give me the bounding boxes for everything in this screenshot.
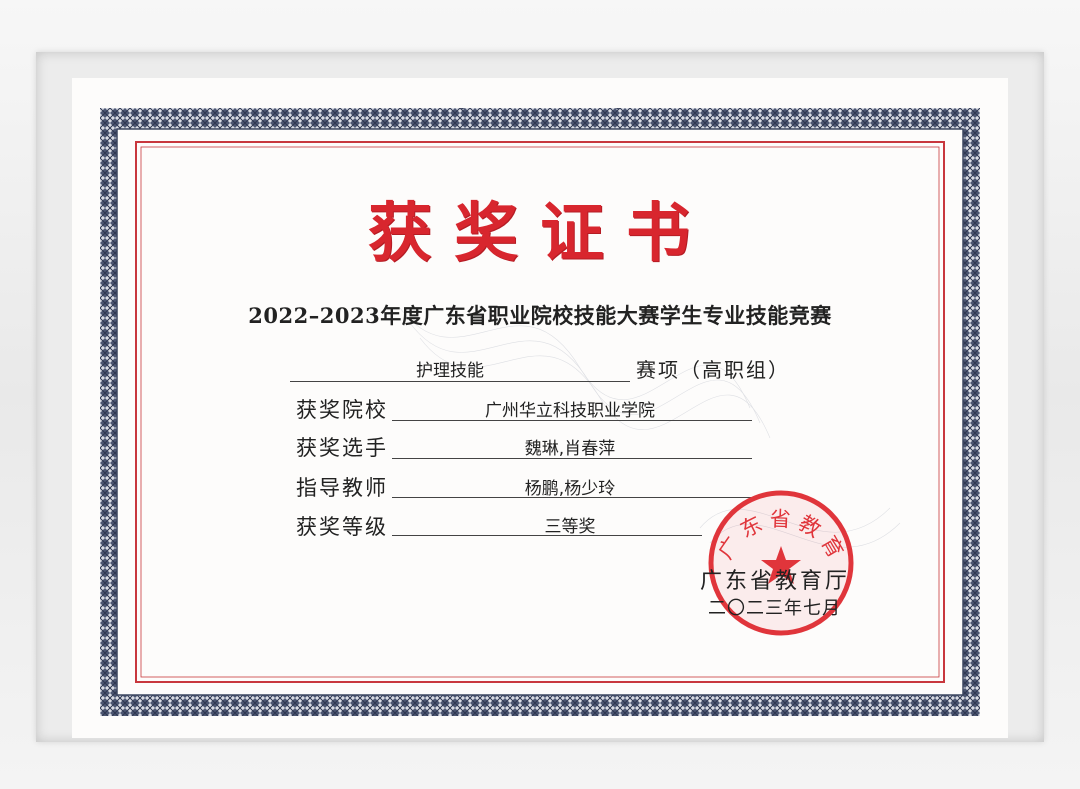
field-underline-school xyxy=(392,420,752,421)
field-value-students: 魏琳,肖春萍 xyxy=(524,439,616,459)
field-label-teachers: 指导教师 xyxy=(296,476,388,500)
field-label-students: 获奖选手 xyxy=(296,436,388,460)
field-underline-students xyxy=(392,458,752,459)
field-label-award: 获奖等级 xyxy=(296,515,388,539)
issuer-name: 广东省教育厅 xyxy=(700,569,851,594)
event-underline xyxy=(290,381,630,382)
issue-date: 二〇二三年七月 xyxy=(708,598,841,619)
field-label-school: 获奖院校 xyxy=(296,398,388,422)
field-value-award: 三等奖 xyxy=(544,517,596,537)
event-value: 护理技能 xyxy=(416,361,484,381)
field-underline-teachers xyxy=(392,497,752,498)
competition-name: 2022–2023年度广东省职业院校技能大赛学生专业技能竞赛 xyxy=(248,303,832,328)
field-underline-award xyxy=(392,535,702,536)
field-value-school: 广州华立科技职业学院 xyxy=(485,401,655,421)
field-value-teachers: 杨鹏,杨少玲 xyxy=(524,479,616,499)
event-suffix: 赛项（高职组） xyxy=(636,358,790,382)
certificate-content: 获奖证书 2022–2023年度广东省职业院校技能大赛学生专业技能竞赛 护理技能… xyxy=(0,0,1080,789)
certificate-title: 获奖证书 xyxy=(368,196,712,271)
